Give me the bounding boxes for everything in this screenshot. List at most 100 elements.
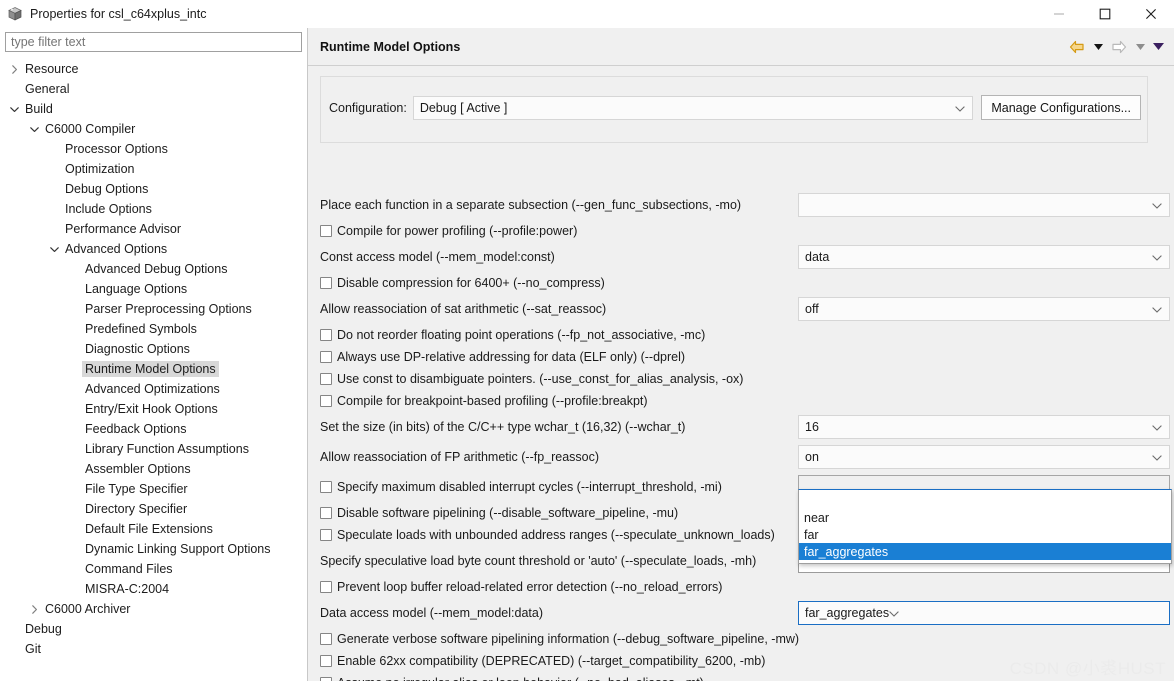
tree-item-label: Directory Specifier bbox=[85, 502, 188, 516]
tree-item-optimization[interactable]: Optimization bbox=[0, 159, 307, 179]
option-label: Allow reassociation of FP arithmetic (--… bbox=[320, 449, 600, 464]
option-field-wrap: data bbox=[798, 245, 1170, 269]
tree-item-label: Debug Options bbox=[65, 182, 149, 196]
combo-place-each-function-in-a-separate-subsection-g[interactable] bbox=[798, 193, 1170, 217]
tree-item-git[interactable]: Git bbox=[0, 639, 307, 659]
maximize-icon[interactable] bbox=[1082, 0, 1128, 28]
tree-item-default-file-extensions[interactable]: Default File Extensions bbox=[0, 519, 307, 539]
forward-menu-chevron-down-icon[interactable] bbox=[1132, 36, 1148, 58]
back-arrow-icon[interactable] bbox=[1066, 36, 1088, 58]
tree-item-debug[interactable]: Debug bbox=[0, 619, 307, 639]
combo-const-access-model-mem-model-const[interactable]: data bbox=[798, 245, 1170, 269]
manage-configurations-button[interactable]: Manage Configurations... bbox=[981, 95, 1141, 120]
tree-item-command-files[interactable]: Command Files bbox=[0, 559, 307, 579]
option-label: Enable 62xx compatibility (DEPRECATED) (… bbox=[337, 653, 766, 668]
checkbox-enable-62xx-compatibility-deprecated-target-co[interactable] bbox=[320, 655, 332, 667]
combo-allow-reassociation-of-sat-arithmetic-sat-reas[interactable]: off bbox=[798, 297, 1170, 321]
tree-item-resource[interactable]: Resource bbox=[0, 59, 307, 79]
checkbox-generate-verbose-software-pipelining-informati[interactable] bbox=[320, 633, 332, 645]
option-label: Allow reassociation of sat arithmetic (-… bbox=[320, 301, 607, 316]
back-menu-chevron-down-icon[interactable] bbox=[1090, 36, 1106, 58]
close-icon[interactable] bbox=[1128, 0, 1174, 28]
checkbox-specify-maximum-disabled-interrupt-cycles-inte[interactable] bbox=[320, 481, 332, 493]
configuration-label: Configuration: bbox=[329, 100, 407, 115]
tree-item-label: Parser Preprocessing Options bbox=[85, 302, 252, 316]
tree-item-build[interactable]: Build bbox=[0, 99, 307, 119]
checkbox-prevent-loop-buffer-reload-related-error-detec[interactable] bbox=[320, 581, 332, 593]
option-text-always-use-dp-relative-addressing-for-data-elf: Always use DP-relative addressing for da… bbox=[320, 351, 685, 364]
tree-item-label: Command Files bbox=[85, 562, 173, 576]
tree-item-label: Dynamic Linking Support Options bbox=[85, 542, 271, 556]
chevron-down-icon bbox=[1152, 450, 1162, 464]
checkbox-compile-for-power-profiling-profile-power[interactable] bbox=[320, 225, 332, 237]
tree-item-c6000-compiler[interactable]: C6000 Compiler bbox=[0, 119, 307, 139]
settings-tree[interactable]: Resource General Build C6000 Compiler Proces… bbox=[0, 59, 307, 659]
tree-item-general[interactable]: General bbox=[0, 79, 307, 99]
tree-item-file-type-specifier[interactable]: File Type Specifier bbox=[0, 479, 307, 499]
tree-item-feedback-options[interactable]: Feedback Options bbox=[0, 419, 307, 439]
option-text-set-the-size-in-bits-of-the-c-c-type-wchar-t-1: Set the size (in bits) of the C/C++ type… bbox=[320, 421, 685, 434]
tree-item-advanced-debug-options[interactable]: Advanced Debug Options bbox=[0, 259, 307, 279]
tree-item-predefined-symbols[interactable]: Predefined Symbols bbox=[0, 319, 307, 339]
configuration-combo[interactable]: Debug [ Active ] bbox=[412, 95, 974, 120]
dropdown-item-far-aggregates[interactable]: far_aggregates bbox=[799, 543, 1171, 560]
option-label: Use const to disambiguate pointers. (--u… bbox=[337, 371, 744, 386]
option-label: Place each function in a separate subsec… bbox=[320, 197, 742, 212]
checkbox-assume-no-irregular-alias-or-loop-behavior-no-[interactable] bbox=[320, 677, 332, 681]
tree-item-label: Entry/Exit Hook Options bbox=[85, 402, 218, 416]
checkbox-use-const-to-disambiguate-pointers-use-const-f[interactable] bbox=[320, 373, 332, 385]
option-row-prevent-loop-buffer-reload-related-error-detec: Prevent loop buffer reload-related error… bbox=[308, 574, 1174, 600]
filter-placeholder: type filter text bbox=[11, 35, 86, 49]
tree-item-debug-options[interactable]: Debug Options bbox=[0, 179, 307, 199]
checkbox-compile-for-breakpoint-based-profiling-profile[interactable] bbox=[320, 395, 332, 407]
filter-input-box[interactable]: type filter text bbox=[5, 32, 302, 52]
tree-item-advanced-optimizations[interactable]: Advanced Optimizations bbox=[0, 379, 307, 399]
checkbox-speculate-loads-with-unbounded-address-ranges-[interactable] bbox=[320, 529, 332, 541]
tree-item-label: Advanced Options bbox=[65, 242, 168, 256]
chevron-down-icon[interactable] bbox=[6, 105, 22, 114]
page-title: Runtime Model Options bbox=[320, 39, 461, 54]
tree-item-misra-c-2004[interactable]: MISRA-C:2004 bbox=[0, 579, 307, 599]
dropdown-item-far[interactable]: far bbox=[799, 526, 1171, 543]
checkbox-always-use-dp-relative-addressing-for-data-elf[interactable] bbox=[320, 351, 332, 363]
option-label: Disable software pipelining (--disable_s… bbox=[337, 505, 679, 520]
tree-item-assembler-options[interactable]: Assembler Options bbox=[0, 459, 307, 479]
option-field-wrap: far_aggregates bbox=[798, 601, 1170, 625]
tree-item-language-options[interactable]: Language Options bbox=[0, 279, 307, 299]
chevron-down-icon[interactable] bbox=[26, 125, 42, 134]
checkbox-disable-software-pipelining-disable-software-p[interactable] bbox=[320, 507, 332, 519]
page-header: Runtime Model Options bbox=[308, 28, 1174, 66]
tree-item-label: Debug bbox=[25, 622, 62, 636]
combo-data-access-model-mem-model-data[interactable]: far_aggregates bbox=[798, 601, 1170, 625]
combo-set-the-size-in-bits-of-the-c-c-type-wchar-t-1[interactable]: 16 bbox=[798, 415, 1170, 439]
dropdown-item-near[interactable]: near bbox=[799, 509, 1171, 526]
tree-item-advanced-options[interactable]: Advanced Options bbox=[0, 239, 307, 259]
option-text-disable-compression-for-6400-no-compress: Disable compression for 6400+ (--no_comp… bbox=[320, 277, 605, 290]
tree-item-library-function-assumptions[interactable]: Library Function Assumptions bbox=[0, 439, 307, 459]
forward-arrow-icon[interactable] bbox=[1108, 36, 1130, 58]
tree-item-c6000-archiver[interactable]: C6000 Archiver bbox=[0, 599, 307, 619]
dropdown-item-blank[interactable] bbox=[799, 490, 1171, 509]
tree-item-performance-advisor[interactable]: Performance Advisor bbox=[0, 219, 307, 239]
header-navigation bbox=[1066, 28, 1166, 65]
tree-item-diagnostic-options[interactable]: Diagnostic Options bbox=[0, 339, 307, 359]
tree-item-processor-options[interactable]: Processor Options bbox=[0, 139, 307, 159]
chevron-down-icon[interactable] bbox=[46, 245, 62, 254]
tree-item-parser-preprocessing-options[interactable]: Parser Preprocessing Options bbox=[0, 299, 307, 319]
chevron-right-icon[interactable] bbox=[6, 64, 22, 74]
more-menu-chevron-down-icon[interactable] bbox=[1150, 36, 1166, 58]
tree-item-runtime-model-options[interactable]: Runtime Model Options bbox=[0, 359, 307, 379]
minimize-icon[interactable] bbox=[1036, 0, 1082, 28]
option-label: Prevent loop buffer reload-related error… bbox=[337, 579, 723, 594]
option-label: Const access model (--mem_model:const) bbox=[320, 249, 555, 264]
checkbox-do-not-reorder-floating-point-operations-fp-no[interactable] bbox=[320, 329, 332, 341]
option-text-generate-verbose-software-pipelining-informati: Generate verbose software pipelining inf… bbox=[320, 633, 799, 646]
tree-item-dynamic-linking-support-options[interactable]: Dynamic Linking Support Options bbox=[0, 539, 307, 559]
chevron-right-icon[interactable] bbox=[26, 604, 42, 614]
checkbox-disable-compression-for-6400-no-compress[interactable] bbox=[320, 277, 332, 289]
tree-item-include-options[interactable]: Include Options bbox=[0, 199, 307, 219]
combo-allow-reassociation-of-fp-arithmetic-fp-reasso[interactable]: on bbox=[798, 445, 1170, 469]
tree-item-entry-exit-hook-options[interactable]: Entry/Exit Hook Options bbox=[0, 399, 307, 419]
tree-item-directory-specifier[interactable]: Directory Specifier bbox=[0, 499, 307, 519]
data-access-model-dropdown-popup[interactable]: near far far_aggregates bbox=[798, 489, 1172, 564]
